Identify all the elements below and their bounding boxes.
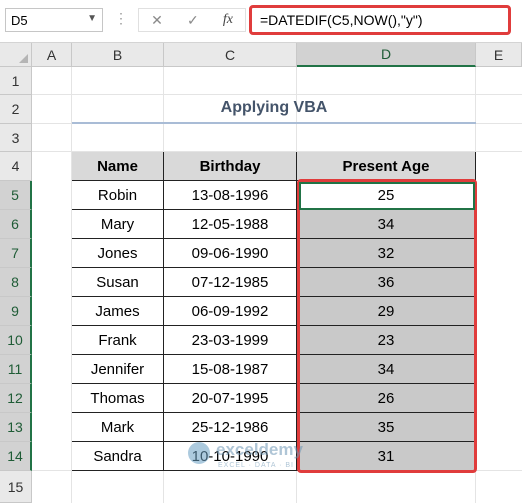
- cell-name[interactable]: Frank: [72, 326, 164, 355]
- more-icon[interactable]: ⋮: [114, 10, 128, 27]
- sheet-title[interactable]: Applying VBA: [72, 96, 476, 120]
- cell-birthday[interactable]: 15-08-1987: [164, 355, 297, 384]
- row-header-11[interactable]: 11: [0, 355, 32, 384]
- insert-function-icon[interactable]: fx: [223, 12, 233, 28]
- cancel-icon[interactable]: ✕: [151, 12, 163, 29]
- cell-name[interactable]: James: [72, 297, 164, 326]
- formula-text: =DATEDIF(C5,NOW(),"y"): [260, 12, 423, 28]
- title-underline: [72, 122, 476, 124]
- row-header-4[interactable]: 4: [0, 152, 32, 181]
- formula-bar-area: D5 ▼ ⋮ ✕ ✓ fx =DATEDIF(C5,NOW(),"y"): [0, 0, 522, 43]
- cell-birthday[interactable]: 06-09-1992: [164, 297, 297, 326]
- cell-birthday[interactable]: 20-07-1995: [164, 384, 297, 413]
- cell-name[interactable]: Mark: [72, 413, 164, 442]
- cell-name[interactable]: Jennifer: [72, 355, 164, 384]
- formula-input[interactable]: =DATEDIF(C5,NOW(),"y"): [249, 5, 511, 35]
- row-header-12[interactable]: 12: [0, 384, 32, 413]
- name-box-value: D5: [11, 12, 28, 28]
- column-header-e[interactable]: E: [476, 43, 522, 67]
- watermark-tagline: EXCEL · DATA · BI: [218, 462, 294, 469]
- active-cell-d5[interactable]: [299, 182, 475, 210]
- header-name[interactable]: Name: [72, 152, 164, 181]
- watermark-name: exceldemy: [216, 440, 303, 459]
- selection-highlight: [297, 179, 477, 473]
- exceldemy-logo-icon: [188, 442, 210, 464]
- cell-name[interactable]: Sandra: [72, 442, 164, 471]
- enter-icon[interactable]: ✓: [187, 12, 199, 29]
- row-header-15[interactable]: 15: [0, 471, 32, 503]
- row-header-5[interactable]: 5: [0, 181, 32, 210]
- column-header-b[interactable]: B: [72, 43, 164, 67]
- select-all-button[interactable]: [0, 43, 32, 67]
- column-header-d[interactable]: D: [297, 43, 476, 67]
- column-header-a[interactable]: A: [32, 43, 72, 67]
- cell-name[interactable]: Jones: [72, 239, 164, 268]
- cell-birthday[interactable]: 23-03-1999: [164, 326, 297, 355]
- row-header-7[interactable]: 7: [0, 239, 32, 268]
- cell-birthday[interactable]: 13-08-1996: [164, 181, 297, 210]
- cell-birthday[interactable]: 09-06-1990: [164, 239, 297, 268]
- gridline: [32, 94, 522, 95]
- row-header-10[interactable]: 10: [0, 326, 32, 355]
- name-box[interactable]: D5 ▼: [5, 8, 103, 32]
- cell-name[interactable]: Robin: [72, 181, 164, 210]
- row-header-8[interactable]: 8: [0, 268, 32, 297]
- cell-birthday[interactable]: 07-12-1985: [164, 268, 297, 297]
- header-present-age[interactable]: Present Age: [297, 152, 476, 181]
- row-header-14[interactable]: 14: [0, 442, 32, 471]
- header-birthday[interactable]: Birthday: [164, 152, 297, 181]
- column-header-c[interactable]: C: [164, 43, 297, 67]
- cell-birthday[interactable]: 12-05-1988: [164, 210, 297, 239]
- row-header-6[interactable]: 6: [0, 210, 32, 239]
- row-header-3[interactable]: 3: [0, 124, 32, 152]
- cell-name[interactable]: Mary: [72, 210, 164, 239]
- formula-buttons: ✕ ✓ fx: [138, 8, 246, 32]
- row-header-9[interactable]: 9: [0, 297, 32, 326]
- chevron-down-icon[interactable]: ▼: [87, 13, 97, 24]
- row-header-13[interactable]: 13: [0, 413, 32, 442]
- cell-name[interactable]: Thomas: [72, 384, 164, 413]
- row-header-1[interactable]: 1: [0, 67, 32, 95]
- row-header-2[interactable]: 2: [0, 95, 32, 124]
- watermark-logo: exceldemy EXCEL · DATA · BI: [188, 436, 338, 476]
- cell-name[interactable]: Susan: [72, 268, 164, 297]
